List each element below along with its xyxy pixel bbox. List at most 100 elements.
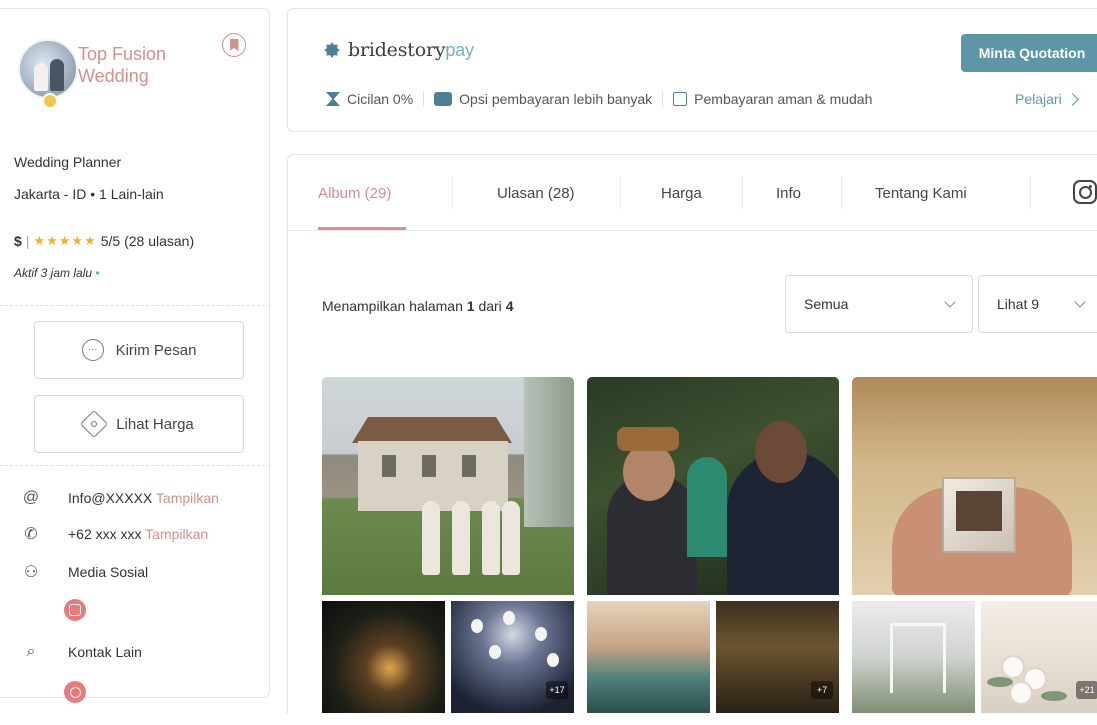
tab-reviews[interactable]: Ulasan (28) [497,155,575,231]
active-text: Aktif 3 jam lalu [14,266,93,280]
vendor-active-status: Aktif 3 jam lalu • [14,266,100,280]
brand-suffix: pay [445,40,474,60]
album-thumbnail[interactable]: +17 [451,601,574,713]
tab-divider [620,177,621,209]
feature-label: Cicilan 0% [347,91,414,107]
pagination-info: Menampilkan halaman 1 dari 4 [322,298,513,314]
whatsapp-icon[interactable] [64,681,86,703]
feature-payment-options: Opsi pembayaran lebih banyak [423,91,662,107]
album-thumbnail[interactable] [587,601,710,713]
at-sign-icon: @ [22,489,40,506]
vendor-location: Jakarta - ID • 1 Lain-lain [14,186,164,202]
view-value: Lihat 9 [997,296,1040,312]
rating-text[interactable]: 5/5 (28 ulasan) [101,233,194,249]
page-total: 4 [505,298,514,314]
tab-price[interactable]: Harga [661,155,702,231]
vendor-category: Wedding Planner [14,154,122,170]
wallet-icon [434,92,453,106]
pay-features: Cicilan 0% Opsi pembayaran lebih banyak … [316,91,882,107]
photo-detail [382,455,396,477]
photo-detail [482,501,500,575]
price-level: $ [14,233,22,249]
album-thumbnail[interactable]: +21 [981,601,1097,713]
chevron-down-icon [944,296,956,308]
bridestory-badge-icon [324,42,340,58]
album-filter-select[interactable]: Semua [785,275,973,333]
photo-detail [617,427,679,451]
album-card[interactable]: +21 [852,377,1097,713]
more-photos-badge: +7 [811,681,833,699]
album-cover-photo[interactable] [587,377,839,595]
album-thumbnail[interactable] [852,601,975,713]
tab-info[interactable]: Info [776,155,801,231]
photo-detail [535,627,547,641]
album-card[interactable]: +7 [587,377,839,713]
contact-email: @ Info@XXXXX Tampilkan [20,487,219,509]
bookmark-icon [229,39,239,51]
phone-value: +62 xxx xxx [68,526,142,542]
page-current: 1 [466,298,475,314]
online-dot-icon: • [95,266,100,280]
send-message-button[interactable]: ··· Kirim Pesan [34,321,244,379]
request-quotation-button[interactable]: Minta Quotation [961,34,1097,72]
users-icon: ⚇ [23,564,39,581]
bridestory-pay-logo: bridestorypay [324,39,474,61]
divider [0,465,270,466]
photo-detail [687,457,727,557]
tab-album[interactable]: Album (29) [318,155,391,231]
photo-detail [489,645,501,659]
brand-name: bridestory [348,39,446,61]
vendor-sidebar: Top Fusion Wedding Wedding Planner Jakar… [0,8,270,703]
contact-other: ⌕ Kontak Lain [20,641,142,663]
bookmark-button[interactable] [222,33,246,57]
instagram-icon[interactable] [64,599,86,621]
photo-detail [1011,683,1031,703]
contact-phone: ✆ +62 xxx xxx Tampilkan [20,523,208,545]
rating-separator: | [25,233,30,249]
hourglass-icon [326,92,340,106]
vendor-name: Top Fusion Wedding [78,44,167,86]
view-price-button[interactable]: Lihat Harga [34,395,244,453]
photo-detail [1003,657,1023,677]
photo-detail [422,455,436,477]
chat-search-icon: ⌕ [26,643,36,660]
tab-divider [742,177,743,209]
price-tag-icon [80,409,109,439]
show-email-link[interactable]: Tampilkan [156,490,219,506]
phone-icon: ✆ [24,526,38,543]
photo-detail [755,421,807,483]
social-label: Media Sosial [68,564,149,580]
album-cover-photo[interactable] [322,377,574,595]
vendor-tabs: Album (29) Ulasan (28) Harga Info Tentan… [288,155,1097,231]
page-of: dari [478,298,502,314]
star-rating-icon: ★★★★★ [33,233,97,248]
vendor-rating: $ | ★★★★★ 5/5 (28 ulasan) [14,233,194,249]
photo-detail [623,443,675,501]
view-price-label: Lihat Harga [116,415,194,433]
learn-more-link[interactable]: Pelajari [1015,91,1079,107]
photo-detail [352,417,512,443]
album-cover-photo[interactable] [852,377,1097,595]
photo-detail [502,501,520,575]
avatar-figure-groom [50,59,64,91]
divider [0,305,270,306]
photo-detail [462,455,476,477]
vendor-avatar[interactable] [18,39,78,99]
instagram-tab-icon[interactable] [1073,180,1097,204]
page-prefix: Menampilkan halaman [322,298,463,314]
secure-card-icon [673,92,688,106]
more-photos-badge: +17 [546,681,568,699]
album-card[interactable]: +17 [322,377,574,713]
avatar-figure-bride [34,63,48,91]
other-contact-label: Kontak Lain [68,644,142,660]
show-phone-link[interactable]: Tampilkan [145,526,208,542]
tab-about-us[interactable]: Tentang Kami [875,155,967,231]
album-thumbnail[interactable] [322,601,445,713]
album-thumbnail[interactable]: +7 [716,601,839,713]
chat-bubble-icon: ··· [81,339,104,361]
photo-detail [503,611,515,625]
view-count-select[interactable]: Lihat 9 [978,275,1097,333]
photo-detail [524,377,574,527]
tab-divider [1030,177,1031,209]
vendor-header: Top Fusion Wedding [14,29,264,109]
